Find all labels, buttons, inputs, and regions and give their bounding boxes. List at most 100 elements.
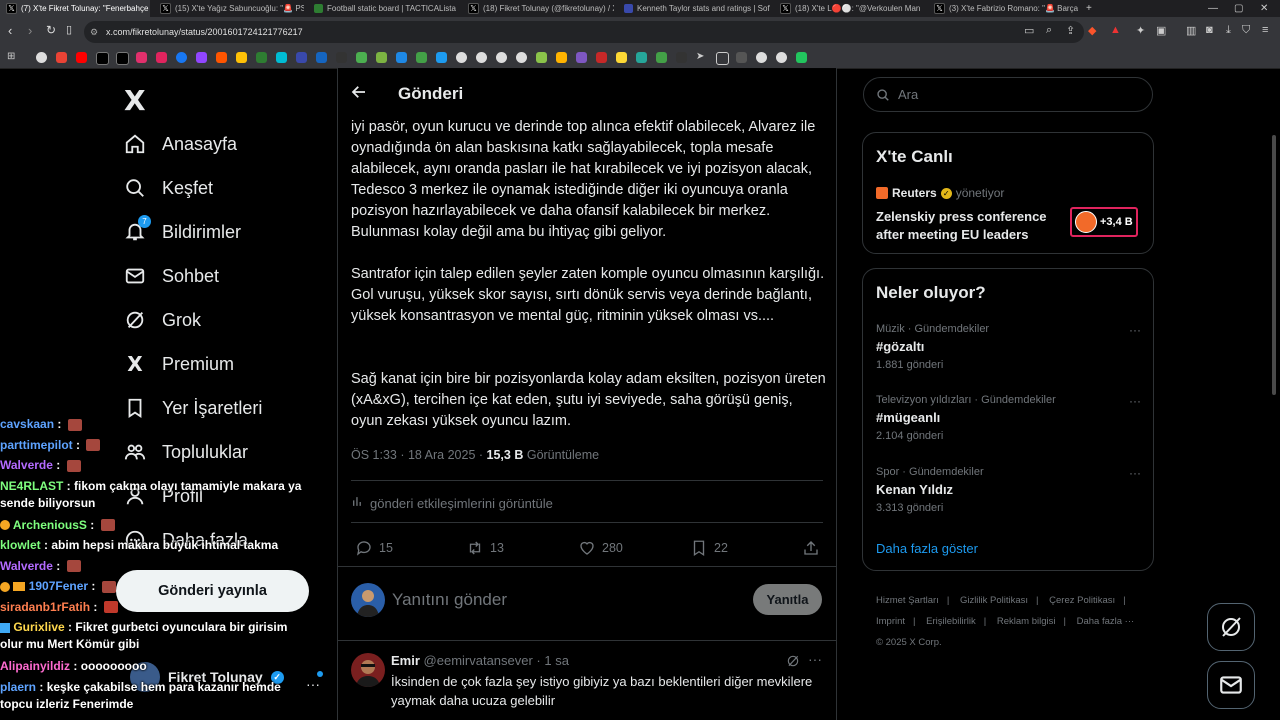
wallet-icon[interactable]: ▣ [1156, 24, 1166, 37]
x-bookmark-icon[interactable] [116, 52, 129, 65]
instagram-bookmark-icon[interactable] [136, 52, 147, 63]
live-headline[interactable]: Zelenskiy press conference after meeting… [876, 208, 1061, 244]
bookmark-icon[interactable] [156, 52, 167, 63]
bookmark-button[interactable]: 22 [690, 539, 728, 557]
bookmark-icon[interactable] [316, 52, 327, 63]
rewards-icon[interactable]: ▲ [1110, 24, 1121, 36]
bookmark-icon[interactable] [216, 52, 227, 63]
bookmark-icon[interactable] [236, 52, 247, 63]
bookmark-icon[interactable] [396, 52, 407, 63]
show-more-link[interactable]: Daha fazla göster [876, 541, 978, 556]
search-input[interactable]: Ara [898, 87, 918, 102]
zoom-icon[interactable]: ⌕ [1046, 24, 1052, 37]
browser-tab[interactable]: Football static board | TACTICALista [308, 0, 458, 17]
scrollbar-thumb[interactable] [1272, 135, 1276, 395]
extensions-icon[interactable]: ✦ [1136, 24, 1145, 37]
trend-item[interactable]: Televizyon yıldızları · Gündemdekiler #m… [876, 394, 1141, 442]
back-arrow-icon[interactable] [350, 83, 368, 106]
x-logo[interactable]: X [124, 84, 146, 117]
nav-premium[interactable]: X Premium [124, 352, 234, 376]
bookmark-icon[interactable] [376, 52, 387, 63]
apps-grid-icon[interactable]: ⊞ [7, 51, 18, 62]
bookmark-icon[interactable] [276, 52, 287, 63]
footer-link[interactable]: Erişilebilirlik [926, 616, 976, 627]
bookmark-icon[interactable] [616, 52, 627, 63]
trend-more-icon[interactable]: ··· [1129, 323, 1141, 337]
trend-more-icon[interactable]: ··· [1129, 394, 1141, 408]
vpn-icon[interactable]: ⛉ [1242, 24, 1250, 37]
bookmark-icon[interactable] [516, 52, 527, 63]
footer-link[interactable]: Reklam bilgisi [997, 616, 1056, 627]
brave-shield-icon[interactable]: ◆ [1088, 24, 1096, 37]
repost-button[interactable]: 13 [466, 539, 504, 557]
gmail-bookmark-icon[interactable] [56, 52, 67, 63]
reply-input[interactable]: Yanıtını gönder [392, 590, 507, 610]
browser-tab[interactable]: Kenneth Taylor stats and ratings | Sofa [618, 0, 770, 17]
nav-explore[interactable]: Keşfet [124, 177, 213, 199]
live-listeners[interactable]: +3,4 B [1070, 207, 1138, 237]
bookmark-icon[interactable] [256, 52, 267, 63]
footer-link[interactable]: Gizlilik Politikası [960, 595, 1028, 606]
browser-tab[interactable]: 𝕏 (3) X'te Fabrizio Romano: "🚨 Barça [928, 0, 1078, 17]
bookmark-icon[interactable] [576, 52, 587, 63]
bookmark-icon[interactable] [756, 52, 767, 63]
live-source[interactable]: Reuters ✓ yönetiyor [876, 186, 1004, 200]
menu-icon[interactable]: ≡ [1262, 24, 1268, 36]
back-icon[interactable]: ‹ [8, 23, 12, 38]
forward-icon[interactable]: › [28, 23, 32, 38]
link-icon[interactable] [736, 52, 747, 63]
bookmark-icon[interactable] [656, 52, 667, 63]
sidebar-toggle-icon[interactable]: ▥ [1186, 24, 1196, 37]
nav-home[interactable]: Anasayfa [124, 133, 237, 155]
footer-link[interactable]: Hizmet Şartları [876, 595, 939, 606]
reply-submit-button[interactable]: Yanıtla [753, 584, 822, 615]
reload-icon[interactable]: ↻ [46, 23, 56, 37]
reply-author[interactable]: Emir @eemirvatansever · 1 sa [391, 653, 569, 668]
youtube-bookmark-icon[interactable] [76, 52, 87, 63]
like-button[interactable]: 280 [578, 539, 623, 557]
bookmark-icon[interactable] [536, 52, 547, 63]
bookmark-icon[interactable] [436, 52, 447, 63]
minimize-icon[interactable]: — [1208, 0, 1218, 17]
nav-messages[interactable]: Sohbet [124, 265, 219, 287]
cast-icon[interactable]: ▭ [1024, 24, 1034, 37]
user-avatar[interactable] [351, 583, 385, 617]
site-info-icon[interactable]: ⚙ [90, 27, 98, 38]
maximize-icon[interactable]: ▢ [1234, 0, 1243, 17]
search-box[interactable]: Ara [863, 77, 1153, 112]
google-bookmark-icon[interactable] [36, 52, 47, 63]
bookmark-icon[interactable] [336, 52, 347, 63]
new-tab-button[interactable]: + [1086, 0, 1092, 17]
profile-icon[interactable]: ◙ [1206, 24, 1213, 36]
share-icon[interactable]: ⇪ [1066, 24, 1075, 37]
bookmark-icon[interactable] [496, 52, 507, 63]
bookmark-icon[interactable] [296, 52, 307, 63]
browser-tab[interactable]: 𝕏 (18) X'te L🔴⚪: "@Verkoulen Man [774, 0, 924, 17]
bookmark-icon[interactable] [796, 52, 807, 63]
bookmark-icon[interactable] [636, 52, 647, 63]
twitch-bookmark-icon[interactable] [196, 52, 207, 63]
footer-more-link[interactable]: Daha fazla ··· [1077, 616, 1135, 627]
nav-grok[interactable]: Grok [124, 309, 201, 331]
folder-icon[interactable] [716, 52, 729, 65]
bookmark-page-icon[interactable]: ▯ [66, 23, 72, 36]
reply-more-icon[interactable]: ··· [808, 651, 822, 667]
url-field[interactable]: ⚙ x.com/fikretolunay/status/200160172412… [84, 21, 1084, 43]
bookmark-icon[interactable] [776, 52, 787, 63]
reply-button[interactable]: 15 [355, 539, 393, 557]
trend-more-icon[interactable]: ··· [1129, 466, 1141, 480]
bookmark-icon[interactable] [356, 52, 367, 63]
x-bookmark-icon[interactable] [96, 52, 109, 65]
download-icon[interactable]: ⤓ [1226, 24, 1231, 37]
view-interactions-link[interactable]: gönderi etkileşimlerini görüntüle [351, 495, 553, 511]
close-window-icon[interactable]: ✕ [1260, 0, 1268, 17]
grok-fab-button[interactable] [1207, 603, 1255, 651]
facebook-bookmark-icon[interactable] [176, 52, 187, 63]
footer-link[interactable]: Imprint [876, 616, 905, 627]
browser-tab[interactable]: 𝕏 (18) Fikret Tolunay (@fikretolunay) / … [462, 0, 614, 17]
forward-bookmark-icon[interactable]: ➤ [696, 51, 707, 62]
bookmark-icon[interactable] [596, 52, 607, 63]
bookmark-icon[interactable] [416, 52, 427, 63]
bookmark-icon[interactable] [476, 52, 487, 63]
trend-item[interactable]: Müzik · Gündemdekiler #gözaltı 1.881 gön… [876, 323, 1141, 371]
